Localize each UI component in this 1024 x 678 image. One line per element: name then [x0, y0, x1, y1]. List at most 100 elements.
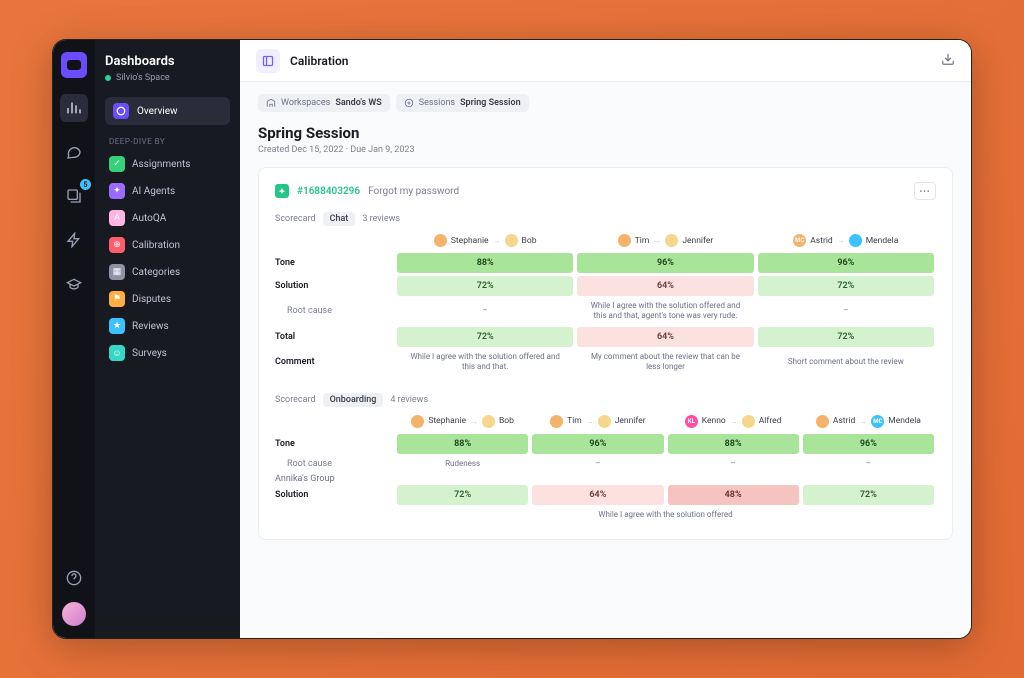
- nav-item-icon: ▦: [109, 264, 125, 280]
- sidebar-item-ai-agents[interactable]: ✦ AI Agents: [105, 179, 230, 203]
- scorecard-meta: ScorecardOnboarding4 reviews: [275, 393, 936, 407]
- text-cell: –: [803, 457, 934, 471]
- reviewer-pair: MCAstrid→Mendela: [758, 234, 934, 247]
- rail-activity-icon[interactable]: [60, 226, 88, 254]
- overview-icon: [113, 103, 129, 119]
- score-cell: 72%: [758, 327, 934, 347]
- score-cell: 72%: [397, 276, 573, 296]
- sidebar-title: Dashboards: [105, 54, 230, 69]
- page-subtitle: Created Dec 15, 2022 · Due Jan 9, 2023: [258, 145, 953, 155]
- sidebar-item-autoqa[interactable]: A AutoQA: [105, 206, 230, 230]
- row-label: Total: [275, 327, 395, 347]
- text-cell: –: [532, 457, 663, 471]
- nav-item-label: Calibration: [132, 240, 180, 251]
- score-cell: 88%: [668, 434, 799, 454]
- ticket-header: ✦ #1688403296 Forgot my password •••: [275, 182, 936, 200]
- breadcrumb: WorkspacesSando's WS SessionsSpring Sess…: [258, 94, 953, 112]
- topbar: Calibration: [240, 40, 971, 82]
- reviewer-pair: KLKenno→Alfred: [668, 415, 799, 428]
- session-card: ✦ #1688403296 Forgot my password ••• Sco…: [258, 167, 953, 540]
- nav-item-label: Assignments: [132, 159, 190, 170]
- app-logo: [61, 52, 87, 78]
- scorecard-meta: ScorecardChat3 reviews: [275, 212, 936, 226]
- sidebar-item-reviews[interactable]: ★ Reviews: [105, 314, 230, 338]
- nav-item-icon: ★: [109, 318, 125, 334]
- reviewer-pair: Tim→Jennifer: [532, 415, 663, 428]
- ticket-source-icon: ✦: [275, 184, 289, 198]
- score-cell: 88%: [397, 253, 573, 273]
- nav-item-icon: A: [109, 210, 125, 226]
- row-label: Root cause: [275, 299, 395, 324]
- rail-conversations-icon[interactable]: [60, 138, 88, 166]
- text-cell: My comment about the review that can be …: [577, 350, 753, 375]
- score-cell: 72%: [803, 485, 934, 505]
- text-cell: –: [397, 299, 573, 324]
- nav-item-label: AutoQA: [132, 213, 166, 224]
- rail-dashboards-icon[interactable]: [60, 94, 88, 122]
- text-cell: Rudeness: [397, 457, 528, 471]
- sidebar-section-label: DEEP-DIVE BY: [109, 137, 230, 146]
- nav-item-label: Categories: [132, 267, 180, 278]
- nav-item-label: AI Agents: [132, 186, 175, 197]
- reviewer-pair: Stephanie→Bob: [397, 415, 528, 428]
- scorecard-0: ScorecardChat3 reviews Stephanie→Bob Tim→J…: [275, 212, 936, 375]
- score-cell: 96%: [577, 253, 753, 273]
- sidebar-item-surveys[interactable]: ☺ Surveys: [105, 341, 230, 365]
- score-cell: 64%: [577, 327, 753, 347]
- content-scroll[interactable]: WorkspacesSando's WS SessionsSpring Sess…: [240, 82, 971, 638]
- text-cell: While I agree with the solution offered …: [577, 299, 753, 324]
- score-cell: 48%: [668, 485, 799, 505]
- sidebar-item-assignments[interactable]: ✓ Assignments: [105, 152, 230, 176]
- row-label: Root cause: [275, 457, 395, 471]
- score-cell: 96%: [532, 434, 663, 454]
- ticket-id[interactable]: #1688403296: [297, 186, 360, 197]
- nav-item-icon: ⚑: [109, 291, 125, 307]
- reviewer-pair: Stephanie→Bob: [397, 234, 573, 247]
- row-label: Comment: [275, 350, 395, 375]
- nav-item-label: Reviews: [132, 321, 169, 332]
- nav-item-icon: ⊕: [109, 237, 125, 253]
- reviewer-pair: Tim→Jennifer: [577, 234, 753, 247]
- app-window: 5 Dashboards Silvio's Space Overview DEE…: [52, 39, 972, 639]
- nav-overview[interactable]: Overview: [105, 97, 230, 125]
- nav-item-icon: ✦: [109, 183, 125, 199]
- score-cell: 72%: [397, 327, 573, 347]
- main-panel: Calibration WorkspacesSando's WS Session…: [240, 40, 971, 638]
- text-cell: Short comment about the review: [758, 350, 934, 375]
- text-cell: –: [668, 457, 799, 471]
- row-label: Tone: [275, 253, 395, 273]
- reviewer-pair: Astrid→MCMendela: [803, 415, 934, 428]
- scorecard-1: ScorecardOnboarding4 reviews Stephanie→Bo…: [275, 393, 936, 523]
- status-dot: [105, 75, 111, 81]
- score-cell: 72%: [758, 276, 934, 296]
- rail-coaching-icon[interactable]: [60, 270, 88, 298]
- nav-item-label: Disputes: [132, 294, 171, 305]
- icon-rail: 5: [53, 40, 95, 638]
- score-cell: 64%: [532, 485, 663, 505]
- nav-item-label: Surveys: [132, 348, 167, 359]
- scorecard-type-pill: Chat: [323, 212, 356, 226]
- row-label: Tone: [275, 434, 395, 454]
- breadcrumb-session[interactable]: SessionsSpring Session: [396, 94, 529, 112]
- workspace-indicator[interactable]: Silvio's Space: [105, 73, 230, 83]
- score-cell: 96%: [758, 253, 934, 273]
- nav-item-icon: ✓: [109, 156, 125, 172]
- nav-item-icon: ☺: [109, 345, 125, 361]
- rail-tasks-icon[interactable]: 5: [60, 182, 88, 210]
- score-cell: 64%: [577, 276, 753, 296]
- topbar-title: Calibration: [290, 54, 348, 68]
- help-icon[interactable]: [60, 564, 88, 592]
- user-avatar[interactable]: [62, 602, 86, 626]
- rail-tasks-badge: 5: [80, 179, 91, 190]
- score-cell: 96%: [803, 434, 934, 454]
- ticket-menu-button[interactable]: •••: [914, 182, 936, 200]
- download-button[interactable]: [941, 51, 955, 70]
- sidebar-item-disputes[interactable]: ⚑ Disputes: [105, 287, 230, 311]
- breadcrumb-workspace[interactable]: WorkspacesSando's WS: [258, 94, 390, 112]
- row-label: Solution: [275, 276, 395, 296]
- page-title: Spring Session: [258, 124, 953, 142]
- row-label: Solution: [275, 485, 395, 505]
- sidebar-item-categories[interactable]: ▦ Categories: [105, 260, 230, 284]
- sidebar: Dashboards Silvio's Space Overview DEEP-…: [95, 40, 240, 638]
- sidebar-item-calibration[interactable]: ⊕ Calibration: [105, 233, 230, 257]
